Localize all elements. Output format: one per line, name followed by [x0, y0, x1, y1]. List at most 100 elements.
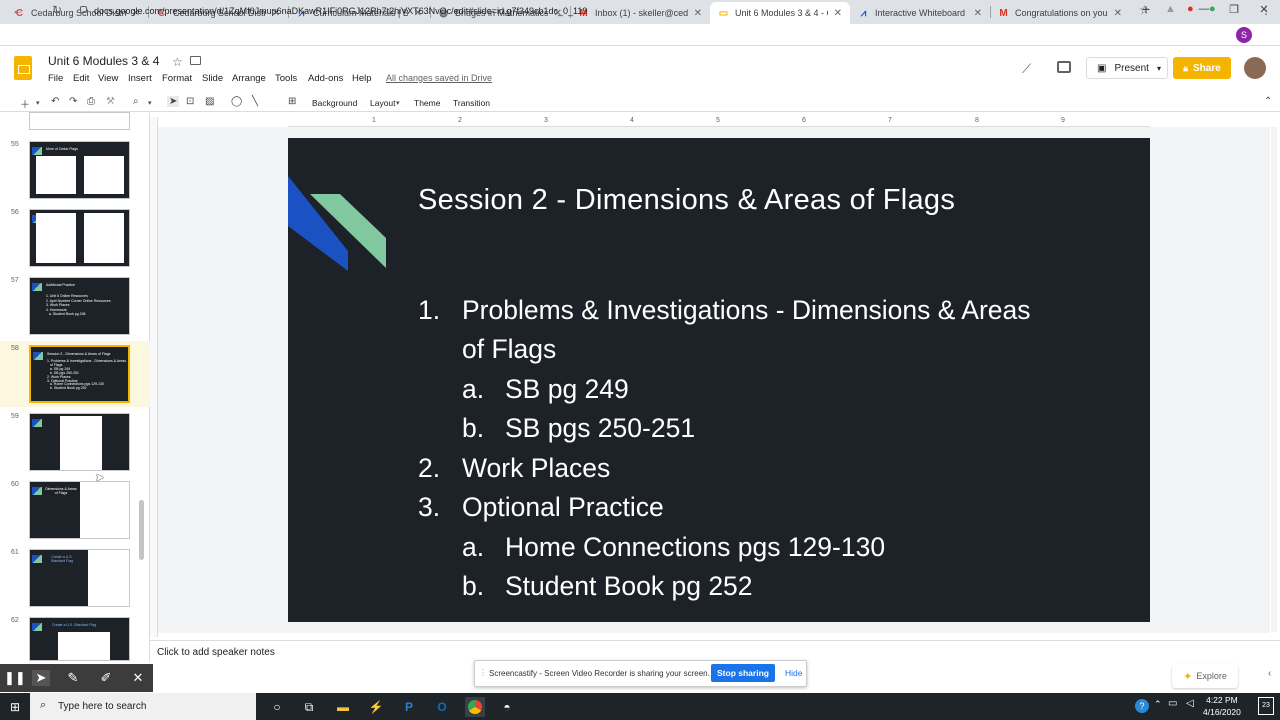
slide-title[interactable]: Session 2 - Dimensions & Areas of Flags [418, 184, 955, 217]
network-icon[interactable]: ▭ [1168, 698, 1177, 709]
document-title[interactable]: Unit 6 Modules 3 & 4 [48, 54, 159, 68]
tray-chevron-icon[interactable]: ⌃ [1154, 699, 1162, 710]
image-icon[interactable]: ▨ [205, 96, 214, 107]
redo-icon[interactable]: ↷ [69, 96, 77, 107]
drag-handle-icon[interactable]: ⋮ [479, 668, 487, 677]
highlighter-icon[interactable]: ✐ [97, 670, 115, 686]
transition-button[interactable]: Transition [453, 98, 490, 108]
list-item[interactable]: Work Places [462, 453, 610, 484]
share-button[interactable]: 🔒︎ Share [1173, 57, 1231, 79]
list-item[interactable]: of Flags [462, 334, 556, 365]
notification-count-badge[interactable]: 23 [1258, 697, 1274, 715]
pause-icon[interactable]: ❚❚ [4, 670, 26, 686]
filmstrip-scrollbar[interactable] [139, 500, 144, 560]
slide-thumbnail[interactable]: More of Cedar Flags [29, 141, 130, 199]
slides-logo-icon[interactable] [14, 56, 32, 80]
speaker-notes-panel[interactable] [150, 640, 1280, 662]
menu-addons[interactable]: Add-ons [308, 73, 343, 84]
help-icon[interactable]: ? [1135, 699, 1149, 713]
theme-button[interactable]: Theme [414, 98, 440, 108]
comment-add-icon[interactable]: ⊞ [288, 96, 296, 107]
slide-thumbnail[interactable] [29, 209, 130, 267]
speaker-icon[interactable]: ◁ [1186, 698, 1194, 709]
paint-format-icon[interactable]: ⚒ [106, 96, 115, 107]
star-icon[interactable]: ☆ [172, 55, 183, 69]
url-field[interactable]: docs.google.com/presentation/d/1ZqMf0Jmu… [80, 2, 1160, 20]
taskbar-search-placeholder[interactable]: Type here to search [58, 701, 146, 712]
extension-icon[interactable]: ▲ [1165, 3, 1176, 15]
save-status[interactable]: All changes saved in Drive [386, 73, 492, 83]
chevron-down-icon[interactable]: ▾ [36, 99, 40, 107]
menu-tools[interactable]: Tools [275, 73, 297, 84]
file-explorer-icon[interactable]: ▬ [333, 697, 353, 717]
list-item[interactable]: Home Connections pgs 129-130 [505, 532, 885, 563]
menu-file[interactable]: File [48, 73, 63, 84]
back-arrow-icon[interactable]: ← [12, 3, 24, 17]
zoom-icon[interactable]: ⌕ [133, 96, 139, 107]
hide-button[interactable]: Hide [785, 668, 802, 678]
pointer-icon[interactable]: ➤ [32, 670, 50, 686]
shape-icon[interactable]: ◯ [231, 96, 242, 107]
windows-start-icon[interactable]: ⊞ [5, 697, 25, 717]
slide-thumbnail[interactable] [29, 413, 130, 471]
text-box-icon[interactable]: ⊡ [186, 96, 194, 107]
outlook-icon[interactable]: O [432, 697, 452, 717]
list-item[interactable]: SB pg 249 [505, 374, 629, 405]
line-icon[interactable]: ╲ [252, 96, 258, 107]
chrome-icon[interactable] [465, 697, 485, 717]
slide[interactable]: Session 2 - Dimensions & Areas of Flags … [288, 138, 1150, 622]
list-item[interactable]: Problems & Investigations - Dimensions &… [462, 295, 1031, 326]
slide-thumbnail[interactable]: Dimensions & Areas of Flags [29, 481, 130, 539]
task-view-icon[interactable]: ⧉ [299, 697, 319, 717]
move-folder-icon[interactable] [190, 56, 201, 65]
undo-icon[interactable]: ↶ [51, 96, 59, 107]
speaker-notes-placeholder[interactable]: Click to add speaker notes [157, 647, 275, 658]
slide-thumbnail[interactable]: Create a U.S. Standard Flag [29, 617, 130, 661]
menu-format[interactable]: Format [162, 73, 192, 84]
screencast-app-icon[interactable]: ◓ [497, 697, 517, 717]
taskbar-clock[interactable]: 4:22 PM 4/16/2020 [1203, 694, 1241, 718]
forward-arrow-icon[interactable]: → [32, 3, 44, 17]
side-panel-chevron-icon[interactable]: ‹ [1268, 668, 1271, 679]
editor-scrollbar[interactable] [1271, 127, 1277, 632]
new-slide-plus-icon[interactable]: ＋ [20, 96, 30, 111]
background-button[interactable]: Background [312, 98, 357, 108]
select-cursor-icon[interactable]: ➤ [167, 96, 180, 107]
menu-help[interactable]: Help [352, 73, 372, 84]
pen-icon[interactable]: ✎ [64, 670, 82, 686]
list-item[interactable]: Student Book pg 252 [505, 571, 753, 602]
cortana-icon[interactable]: ○ [267, 697, 287, 717]
bookmark-star-icon[interactable]: ☆ [1139, 3, 1150, 17]
print-icon[interactable]: ⎙ [87, 96, 95, 107]
chevron-down-icon[interactable]: ▾ [148, 99, 152, 107]
slide-thumbnail-selected[interactable]: Session 2 - Dimensions & Areas of Flags … [29, 345, 130, 403]
menu-slide[interactable]: Slide [202, 73, 223, 84]
list-item[interactable]: Optional Practice [462, 492, 664, 523]
extension-icon[interactable]: ● [1209, 3, 1216, 15]
extension-icon[interactable]: ● [1187, 3, 1194, 15]
explore-button[interactable]: ✦ Explore [1172, 664, 1238, 688]
menu-arrange[interactable]: Arrange [232, 73, 266, 84]
menu-view[interactable]: View [98, 73, 118, 84]
profile-avatar[interactable]: S [1236, 27, 1252, 43]
slide-thumbnail[interactable]: Create a U.S. Standard Flag [29, 549, 130, 607]
app-icon[interactable]: ⚡ [366, 697, 386, 717]
comments-icon[interactable] [1057, 61, 1071, 73]
account-avatar[interactable] [1244, 57, 1266, 79]
list-item[interactable]: SB pgs 250-251 [505, 413, 695, 444]
publisher-icon[interactable]: P [399, 697, 419, 717]
slide-thumbnail[interactable]: Additional Practice 1. Unit 6 Online Res… [29, 277, 130, 335]
stop-sharing-button[interactable]: Stop sharing [711, 664, 775, 682]
browser-menu-icon[interactable]: ⋮ [1260, 3, 1272, 17]
slide-thumbnail[interactable] [29, 112, 130, 130]
layout-button[interactable]: Layout [370, 98, 396, 108]
activity-trend-icon[interactable]: ⟋ [1022, 61, 1031, 77]
present-button[interactable]: ▣ Present ▾ [1086, 57, 1168, 79]
chevron-down-icon[interactable]: ▾ [1157, 64, 1161, 73]
clear-drawing-icon[interactable]: ✕ [129, 670, 147, 686]
menu-insert[interactable]: Insert [128, 73, 152, 84]
reload-icon[interactable]: ↻ [52, 3, 62, 17]
chevron-down-icon[interactable]: ▾ [396, 99, 400, 107]
restore-icon[interactable]: ❐ [1224, 3, 1244, 16]
menu-edit[interactable]: Edit [73, 73, 89, 84]
